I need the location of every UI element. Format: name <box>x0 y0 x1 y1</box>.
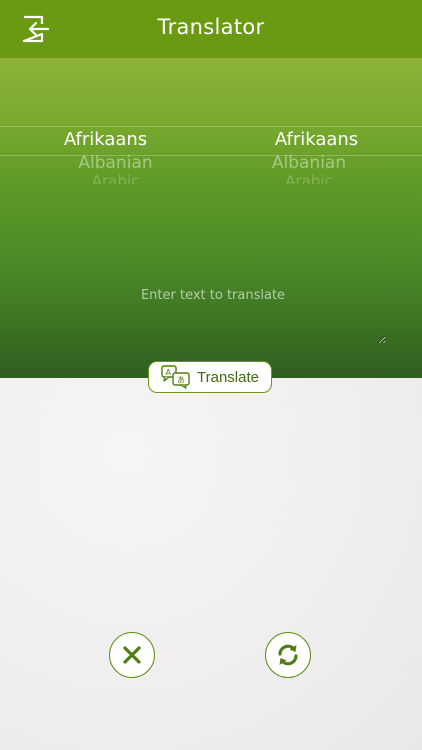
close-x-icon <box>123 646 141 664</box>
page-title: Translator <box>157 15 265 39</box>
translate-speech-bubbles-icon: A あ <box>161 365 190 389</box>
translate-button-label: Translate <box>197 368 259 386</box>
target-language-option[interactable]: Arabic <box>211 174 422 184</box>
svg-text:あ: あ <box>177 376 185 385</box>
source-panel: Afrikaans Albanian Arabic Afrikaans Alba… <box>0 58 422 378</box>
source-text-input[interactable] <box>40 286 386 344</box>
app-header: Translator <box>0 0 422 58</box>
swap-languages-button[interactable] <box>265 632 311 678</box>
source-language-option[interactable]: Albanian <box>0 152 211 174</box>
source-language-picker[interactable]: Afrikaans Albanian Arabic <box>0 126 211 184</box>
source-language-option[interactable]: Arabic <box>0 174 211 184</box>
source-language-selected[interactable]: Afrikaans <box>0 126 211 154</box>
target-language-selected[interactable]: Afrikaans <box>211 126 422 154</box>
translation-output-panel <box>0 378 422 750</box>
clear-button[interactable] <box>109 632 155 678</box>
refresh-swap-icon <box>278 644 298 666</box>
target-language-option[interactable]: Albanian <box>211 152 422 174</box>
translate-button[interactable]: A あ Translate <box>148 361 272 393</box>
target-language-picker[interactable]: Afrikaans Albanian Arabic <box>211 126 422 184</box>
svg-text:A: A <box>166 368 172 377</box>
